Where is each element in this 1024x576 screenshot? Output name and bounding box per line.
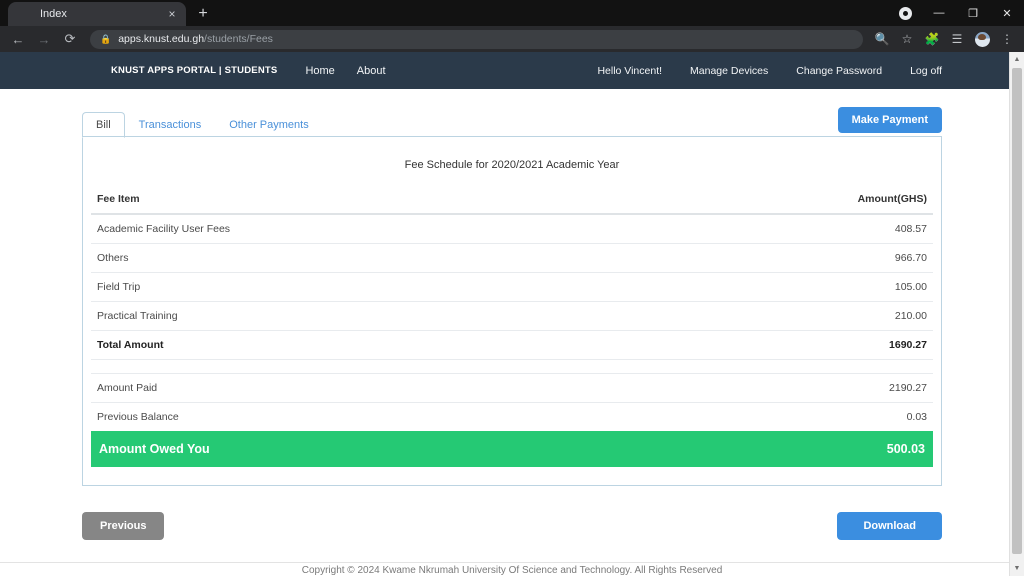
copyright-text: Copyright © 2024 Kwame Nkrumah Universit… [301,565,723,576]
scrollbar-thumb[interactable] [1012,68,1022,554]
previous-balance-label: Previous Balance [91,402,631,431]
fee-item-amount: 210.00 [630,301,933,331]
column-header-fee-item: Fee Item [91,189,631,215]
record-icon[interactable] [888,0,922,26]
previous-balance-value: 0.03 [630,402,933,431]
reload-icon[interactable]: ⟳ [58,28,82,50]
knust-crest-icon [18,7,32,21]
browser-tab-title: Index [40,8,67,20]
table-spacer-row [91,359,933,374]
scroll-down-arrow[interactable]: ▼ [1010,561,1024,576]
nav-link-log-off[interactable]: Log off [910,65,942,77]
table-row: Academic Facility User Fees 408.57 [91,214,933,244]
back-icon[interactable]: ← [6,28,30,50]
fee-item-label: Field Trip [91,272,631,302]
total-amount-value: 1690.27 [630,330,933,360]
action-button-row: Previous Download [82,486,942,540]
extensions-puzzle-icon[interactable]: 🧩 [921,28,943,50]
fee-item-amount: 966.70 [630,243,933,273]
maximize-button[interactable]: ❐ [956,0,990,26]
amount-paid-value: 2190.27 [630,373,933,403]
url-path: /students/Fees [204,33,273,45]
fee-item-amount: 408.57 [894,223,927,235]
table-header-row: Fee Item Amount(GHS) [91,189,933,215]
total-amount-label: Total Amount [91,330,631,360]
profile-avatar[interactable] [971,28,993,50]
table-row: Amount Paid 2190.27 [91,373,933,403]
table-row-total: Total Amount 1690.27 [91,330,933,360]
fee-schedule-title: Fee Schedule for 2020/2021 Academic Year [404,159,620,171]
toolbar-icons: 🔍 ☆ 🧩 ☰ ⋮ [871,28,1018,50]
tab-transactions[interactable]: Transactions [125,112,216,138]
tab-bill[interactable]: Bill [82,112,125,138]
nav-link-change-password[interactable]: Change Password [796,65,882,77]
address-bar[interactable]: 🔒 apps.knust.edu.gh/students/Fees [90,29,863,49]
bill-card: Fee Schedule for 2020/2021 Academic Year… [82,137,942,486]
primary-nav: Home About [305,65,385,77]
search-icon[interactable]: 🔍 [871,28,893,50]
nav-link-home[interactable]: Home [305,65,334,77]
brand-text: KNUST APPS PORTAL | STUDENTS [111,65,278,76]
nav-link-manage-devices[interactable]: Manage Devices [690,65,768,77]
download-button[interactable]: Download [837,512,942,540]
column-header-amount: Amount(GHS) [630,189,933,215]
tabs-underline [82,136,942,137]
browser-tab[interactable]: Index × [8,2,186,26]
fee-item-label: Practical Training [91,301,631,331]
url-domain: apps.knust.edu.gh [118,33,205,45]
bookmark-star-icon[interactable]: ☆ [896,28,918,50]
nav-link-about[interactable]: About [357,65,386,77]
close-window-button[interactable]: ✕ [990,0,1024,26]
amount-owed-value: 500.03 [630,431,933,467]
knust-crest-logo [82,60,102,82]
browser-toolbar: ← → ⟳ 🔒 apps.knust.edu.gh/students/Fees … [0,26,1024,52]
new-tab-button[interactable]: + [190,2,216,26]
amount-owed-label: Amount Owed You [91,431,631,467]
page-viewport: KNUST APPS PORTAL | STUDENTS Home About … [0,52,1024,576]
page-content: Bill Transactions Other Payments Make Pa… [82,89,942,486]
chrome-menu-icon[interactable]: ⋮ [996,28,1018,50]
browser-titlebar: Index × + — ❐ ✕ [0,0,1024,26]
table-row: Others 966.70 [91,243,933,273]
fee-item-label: Others [91,243,631,273]
table-row: Practical Training 210.00 [91,301,933,331]
url-text: apps.knust.edu.gh/students/Fees [118,33,273,45]
close-tab-icon[interactable]: × [164,6,180,22]
make-payment-button[interactable]: Make Payment [837,107,942,133]
site-navbar: KNUST APPS PORTAL | STUDENTS Home About … [0,52,1024,89]
vertical-scrollbar[interactable]: ▲ ▼ [1009,52,1024,576]
tab-other-payments[interactable]: Other Payments [215,112,322,138]
window-controls: — ❐ ✕ [888,0,1024,26]
fee-item-amount: 105.00 [630,272,933,302]
table-row: Previous Balance 0.03 [91,402,933,431]
brand[interactable]: KNUST APPS PORTAL | STUDENTS [82,60,277,82]
minimize-button[interactable]: — [922,0,956,26]
fee-table: Fee Item Amount(GHS) Academic Facility U… [91,189,933,467]
amount-owed-row: Amount Owed You 500.03 [91,431,933,467]
bill-tabs: Bill Transactions Other Payments Make Pa… [82,107,942,138]
fee-item-label: Academic Facility User Fees [97,223,231,235]
scroll-up-arrow[interactable]: ▲ [1010,52,1024,67]
reading-list-icon[interactable]: ☰ [946,28,968,50]
page-footer: Copyright © 2024 Kwame Nkrumah Universit… [0,562,1024,576]
browser-window: Index × + — ❐ ✕ ← → ⟳ 🔒 apps.knust.edu.g… [0,0,1024,576]
forward-icon[interactable]: → [32,28,56,50]
amount-paid-label: Amount Paid [91,373,631,403]
lock-icon: 🔒 [100,33,112,44]
table-row: Field Trip 105.00 [91,272,933,302]
user-nav: Hello Vincent! Manage Devices Change Pas… [597,65,942,77]
nav-greeting[interactable]: Hello Vincent! [597,65,662,77]
previous-button[interactable]: Previous [82,512,165,540]
